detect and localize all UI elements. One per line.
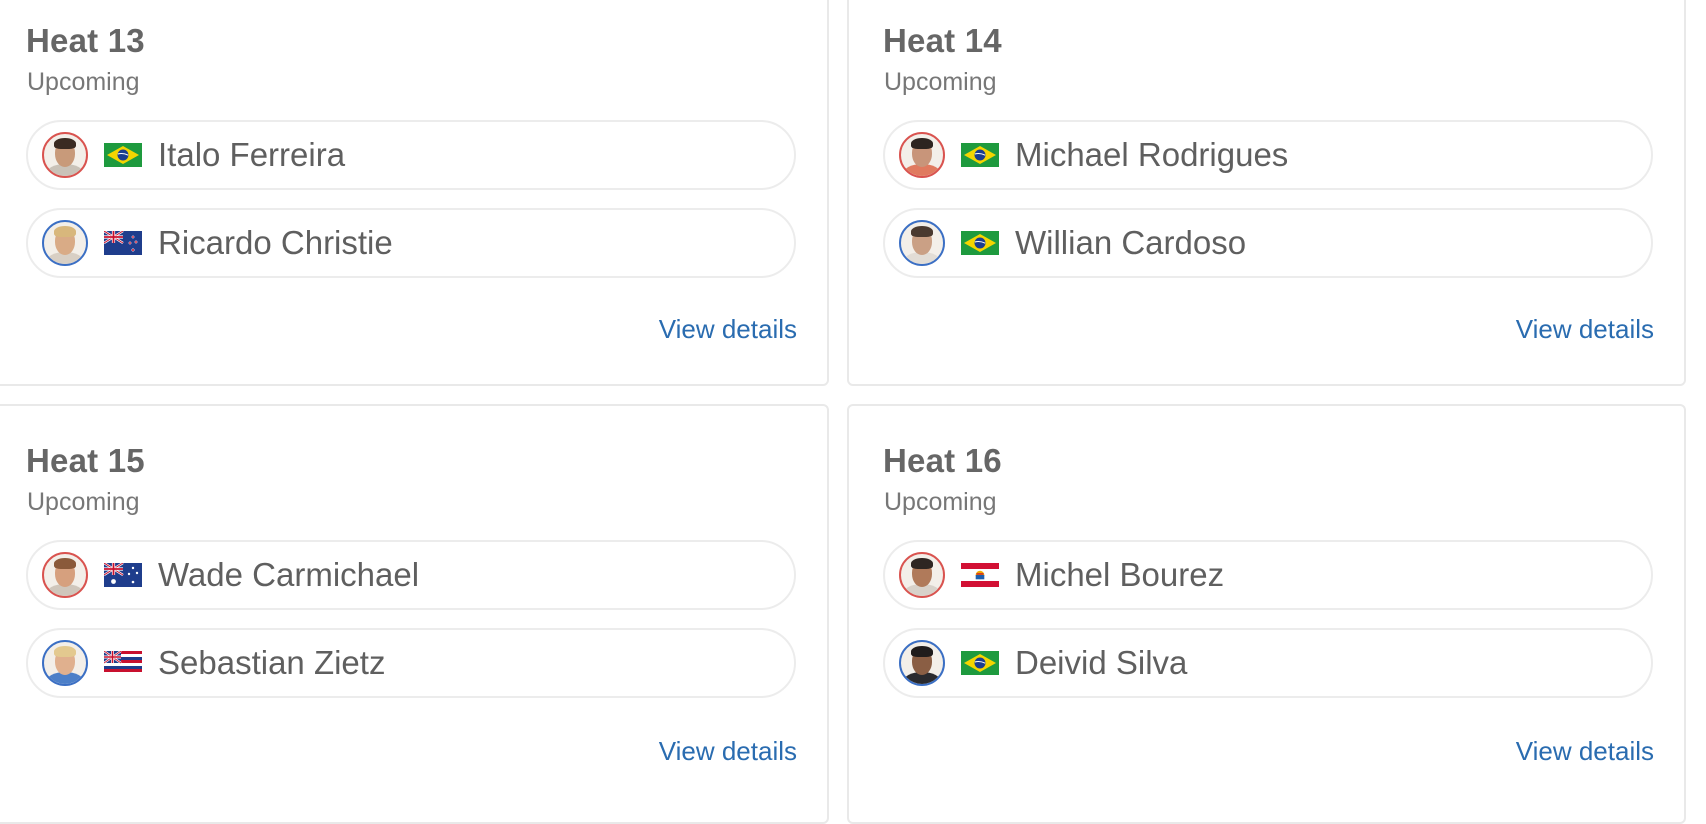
heats-grid: Heat 13 Upcoming Italo Ferreira Ricardo … xyxy=(0,0,1706,824)
athlete-name: Italo Ferreira xyxy=(158,136,346,173)
hawaii-flag-icon xyxy=(104,651,142,675)
athlete-row[interactable]: Wade Carmichael xyxy=(26,540,796,610)
athlete-row[interactable]: Deivid Silva xyxy=(883,628,1653,698)
athlete-avatar xyxy=(42,640,88,686)
athlete-name: Willian Cardoso xyxy=(1015,224,1247,261)
athlete-avatar xyxy=(899,220,945,266)
athlete-avatar xyxy=(42,220,88,266)
heat-card-14: Heat 14 Upcoming Michael Rodrigues Willi… xyxy=(847,0,1686,386)
heat-title: Heat 14 xyxy=(883,22,1002,59)
athlete-row[interactable]: Ricardo Christie xyxy=(26,208,796,278)
athlete-avatar xyxy=(899,552,945,598)
australia-flag-icon xyxy=(104,563,142,587)
athlete-name: Michael Rodrigues xyxy=(1015,136,1289,173)
heat-title: Heat 16 xyxy=(883,442,1002,479)
athlete-name: Michel Bourez xyxy=(1015,556,1225,593)
heat-status: Upcoming xyxy=(27,488,140,516)
athlete-avatar xyxy=(42,132,88,178)
view-details-link[interactable]: View details xyxy=(1516,736,1654,767)
athlete-avatar xyxy=(899,132,945,178)
athlete-name: Ricardo Christie xyxy=(158,224,393,261)
heat-status: Upcoming xyxy=(27,68,140,96)
heat-card-15: Heat 15 Upcoming Wade Carmichael Sebasti… xyxy=(0,404,829,824)
heat-status: Upcoming xyxy=(884,488,997,516)
heat-card-13: Heat 13 Upcoming Italo Ferreira Ricardo … xyxy=(0,0,829,386)
athlete-name: Deivid Silva xyxy=(1015,644,1188,681)
athlete-avatar xyxy=(899,640,945,686)
athlete-row[interactable]: Michel Bourez xyxy=(883,540,1653,610)
athlete-row[interactable]: Italo Ferreira xyxy=(26,120,796,190)
athlete-row[interactable]: Sebastian Zietz xyxy=(26,628,796,698)
heat-title: Heat 13 xyxy=(26,22,145,59)
athlete-name: Sebastian Zietz xyxy=(158,644,386,681)
view-details-link[interactable]: View details xyxy=(659,314,797,345)
heat-status: Upcoming xyxy=(884,68,997,96)
heat-card-16: Heat 16 Upcoming Michel Bourez Deivid Si… xyxy=(847,404,1686,824)
athlete-row[interactable]: Michael Rodrigues xyxy=(883,120,1653,190)
french-polynesia-flag-icon xyxy=(961,563,999,587)
heat-title: Heat 15 xyxy=(26,442,145,479)
view-details-link[interactable]: View details xyxy=(659,736,797,767)
brazil-flag-icon xyxy=(961,231,999,255)
athlete-row[interactable]: Willian Cardoso xyxy=(883,208,1653,278)
brazil-flag-icon xyxy=(104,143,142,167)
brazil-flag-icon xyxy=(961,651,999,675)
view-details-link[interactable]: View details xyxy=(1516,314,1654,345)
brazil-flag-icon xyxy=(961,143,999,167)
new-zealand-flag-icon xyxy=(104,231,142,255)
athlete-name: Wade Carmichael xyxy=(158,556,420,593)
athlete-avatar xyxy=(42,552,88,598)
